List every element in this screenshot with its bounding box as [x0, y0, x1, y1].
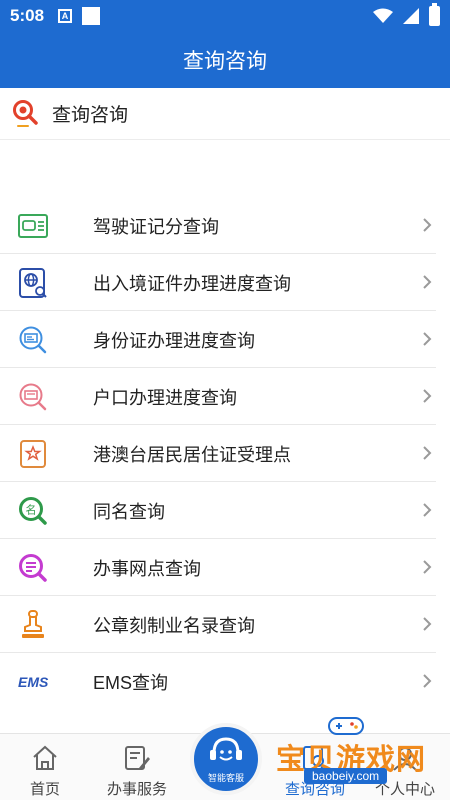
nav-services[interactable]: 办事服务 [92, 734, 182, 800]
list-item-residence-permit-points[interactable]: 港澳台居民居住证受理点 [0, 425, 450, 482]
list-item-license-points[interactable]: 驾驶证记分查询 [0, 197, 450, 254]
nav-home[interactable]: 首页 [0, 734, 90, 800]
list-item-label: 户口办理进度查询 [93, 387, 237, 408]
signal-icon [403, 8, 419, 24]
chevron-right-icon [423, 617, 432, 631]
chevron-right-icon [423, 674, 432, 688]
list-item-service-points[interactable]: 办事网点查询 [0, 539, 450, 596]
passport-globe-icon [17, 267, 49, 299]
svg-text:EMS: EMS [18, 674, 49, 690]
list-item-id-card-progress[interactable]: 身份证办理进度查询 [0, 311, 450, 368]
gamepad-logo [328, 717, 364, 735]
page-title: 查询咨询 [183, 50, 267, 73]
list-item-same-name-search[interactable]: 名 同名查询 [0, 482, 450, 539]
edit-document-icon [125, 746, 150, 770]
chevron-right-icon [423, 560, 432, 574]
section-header: 查询咨询 [0, 88, 450, 140]
license-icon [17, 210, 49, 242]
app-title-bar: 查询咨询 [0, 32, 450, 88]
list-item-label: 公章刻制业名录查询 [93, 615, 255, 636]
service-point-search-icon [17, 552, 49, 584]
section-title: 查询咨询 [52, 105, 129, 126]
id-card-search-icon [17, 324, 49, 356]
chevron-right-icon [423, 275, 432, 289]
status-time: 5:08 [10, 6, 45, 25]
list-item-label: EMS查询 [93, 672, 169, 693]
chevron-right-icon [423, 446, 432, 460]
wifi-icon [373, 8, 393, 23]
same-name-search-icon: 名 [17, 495, 49, 527]
status-bar: 5:08 A [0, 0, 450, 32]
list-item-label: 出入境证件办理进度查询 [93, 273, 291, 294]
list-item-label: 办事网点查询 [93, 558, 201, 579]
list-item-household-progress[interactable]: 户口办理进度查询 [0, 368, 450, 425]
ems-icon: EMS [17, 666, 49, 698]
chevron-right-icon [423, 218, 432, 232]
notification-a-icon: A [58, 9, 73, 23]
list-item-label: 身份证办理进度查询 [93, 330, 255, 351]
chevron-right-icon [423, 332, 432, 346]
search-magnifier-icon [13, 99, 38, 127]
chevron-right-icon [423, 503, 432, 517]
smart-customer-service-button[interactable]: 智能客服 [190, 723, 262, 795]
home-icon [33, 745, 57, 770]
list-item-exit-entry-progress[interactable]: 出入境证件办理进度查询 [0, 254, 450, 311]
battery-icon [429, 3, 440, 26]
list-item-label: 港澳台居民居住证受理点 [93, 444, 291, 465]
list-item-ems-query[interactable]: EMS EMS查询 [0, 653, 450, 710]
list-item-label: 同名查询 [93, 501, 165, 522]
list-item-label: 驾驶证记分查询 [93, 216, 219, 237]
smart-service-label: 智能客服 [207, 772, 244, 783]
residence-permit-icon [17, 438, 49, 470]
status-system-icons [373, 3, 440, 26]
nav-home-label: 首页 [29, 781, 60, 798]
nav-services-label: 办事服务 [106, 781, 167, 798]
svg-text:名: 名 [26, 502, 37, 516]
household-search-icon [17, 381, 49, 413]
status-notifications: A [58, 7, 101, 25]
headset-smile-icon [210, 736, 242, 760]
watermark: 宝贝游戏网 baobeiy.com [276, 712, 450, 800]
list-item-seal-directory[interactable]: 公章刻制业名录查询 [0, 596, 450, 653]
seal-stamp-icon [17, 609, 49, 641]
chevron-right-icon [423, 389, 432, 403]
query-list: 驾驶证记分查询 出入境证件办理进度查询 身份证办理进度查询 户口办理进度查询 港… [0, 197, 450, 710]
notification-square-icon [82, 7, 101, 25]
watermark-url: baobeiy.com [304, 768, 388, 784]
